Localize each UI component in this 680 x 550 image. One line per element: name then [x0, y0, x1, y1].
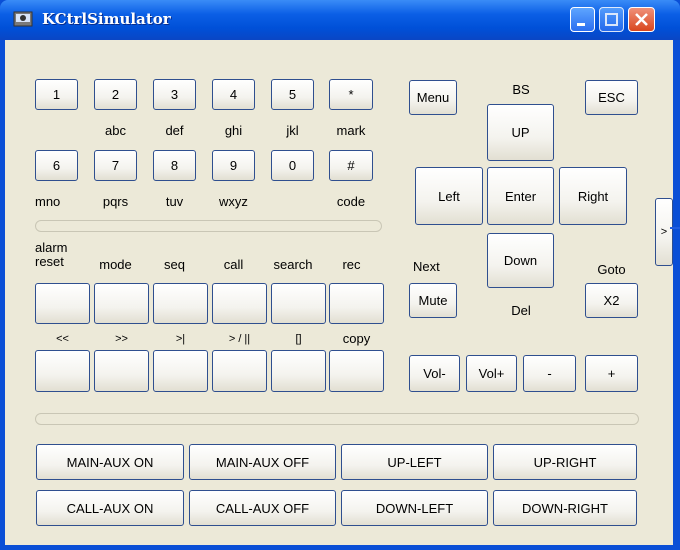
close-button[interactable] [628, 7, 655, 32]
main-aux-off-button[interactable]: MAIN-AUX OFF [189, 444, 336, 480]
separator-bar [35, 220, 382, 232]
key-2-letters: abc [105, 123, 126, 138]
call-button[interactable] [212, 283, 267, 324]
esc-button[interactable]: ESC [585, 80, 638, 115]
key-3-letters: def [165, 123, 184, 138]
key-6[interactable]: 6 [35, 150, 78, 181]
stop-label: [] [295, 333, 302, 345]
key-8[interactable]: 8 [153, 150, 196, 181]
call-label: call [223, 257, 244, 272]
key-2[interactable]: 2 [94, 79, 137, 110]
side-panel-toggle[interactable]: > [655, 198, 673, 266]
key-5-letters: jkl [286, 123, 299, 138]
alarm-reset-label: alarm reset [35, 240, 68, 269]
stop-button[interactable] [271, 350, 326, 392]
key-9-letters: wxyz [219, 194, 248, 209]
volume-down-button[interactable]: Vol- [409, 355, 460, 392]
up-button[interactable]: UP [487, 104, 554, 161]
title-bar[interactable]: KCtrlSimulator [0, 0, 680, 40]
key-0[interactable]: 0 [271, 150, 314, 181]
rewind-label: << [56, 333, 69, 345]
rewind-button[interactable] [35, 350, 90, 392]
key-5[interactable]: 5 [271, 79, 314, 110]
key-hash-label: code [336, 194, 366, 209]
close-icon [635, 13, 648, 26]
key-star[interactable]: * [329, 79, 373, 110]
window-title: KCtrlSimulator [42, 10, 171, 28]
app-icon [13, 11, 33, 27]
plus-button[interactable]: + [585, 355, 638, 392]
up-left-button[interactable]: UP-LEFT [341, 444, 488, 480]
key-3[interactable]: 3 [153, 79, 196, 110]
copy-button[interactable] [329, 350, 384, 392]
down-button[interactable]: Down [487, 233, 554, 288]
key-6-letters: mno [35, 194, 61, 209]
app-window: KCtrlSimulator 1 2 3 4 5 * abc def ghi j… [0, 0, 680, 550]
key-4-letters: ghi [224, 123, 243, 138]
next-frame-button[interactable] [153, 350, 208, 392]
copy-label: copy [342, 331, 371, 346]
del-label: Del [511, 303, 531, 318]
maximize-icon [605, 13, 618, 26]
key-9[interactable]: 9 [212, 150, 255, 181]
key-hash[interactable]: # [329, 150, 373, 181]
menu-button[interactable]: Menu [409, 80, 457, 115]
progress-bar [35, 413, 639, 425]
call-aux-on-button[interactable]: CALL-AUX ON [36, 490, 184, 526]
up-right-button[interactable]: UP-RIGHT [493, 444, 637, 480]
left-button[interactable]: Left [415, 167, 483, 225]
seq-button[interactable] [153, 283, 208, 324]
next-label: Next [413, 259, 440, 274]
connector-line [670, 227, 680, 229]
key-4[interactable]: 4 [212, 79, 255, 110]
right-button[interactable]: Right [559, 167, 627, 225]
search-button[interactable] [271, 283, 326, 324]
minimize-button[interactable] [570, 7, 595, 32]
call-aux-off-button[interactable]: CALL-AUX OFF [189, 490, 336, 526]
mode-label: mode [99, 257, 132, 272]
seq-label: seq [164, 257, 185, 272]
bs-label: BS [512, 82, 530, 97]
play-pause-button[interactable] [212, 350, 267, 392]
down-left-button[interactable]: DOWN-LEFT [341, 490, 488, 526]
minus-button[interactable]: - [523, 355, 576, 392]
rec-label: rec [342, 257, 361, 272]
maximize-button[interactable] [599, 7, 624, 32]
alarm-reset-button[interactable] [35, 283, 90, 324]
key-8-letters: tuv [165, 194, 184, 209]
mute-button[interactable]: Mute [409, 283, 457, 318]
next-frame-label: >| [175, 333, 186, 345]
fast-forward-button[interactable] [94, 350, 149, 392]
fast-forward-label: >> [115, 333, 128, 345]
key-7[interactable]: 7 [94, 150, 137, 181]
key-1[interactable]: 1 [35, 79, 78, 110]
client-area: 1 2 3 4 5 * abc def ghi jkl mark 6 7 8 9… [5, 40, 673, 545]
key-7-letters: pqrs [102, 194, 129, 209]
key-star-label: mark [336, 123, 366, 138]
volume-up-button[interactable]: Vol+ [466, 355, 517, 392]
down-right-button[interactable]: DOWN-RIGHT [493, 490, 637, 526]
search-label: search [273, 257, 313, 272]
enter-button[interactable]: Enter [487, 167, 554, 225]
goto-label: Goto [597, 262, 626, 277]
rec-button[interactable] [329, 283, 384, 324]
minimize-icon [577, 23, 585, 26]
play-pause-label: > / || [228, 333, 251, 345]
x2-button[interactable]: X2 [585, 283, 638, 318]
mode-button[interactable] [94, 283, 149, 324]
main-aux-on-button[interactable]: MAIN-AUX ON [36, 444, 184, 480]
